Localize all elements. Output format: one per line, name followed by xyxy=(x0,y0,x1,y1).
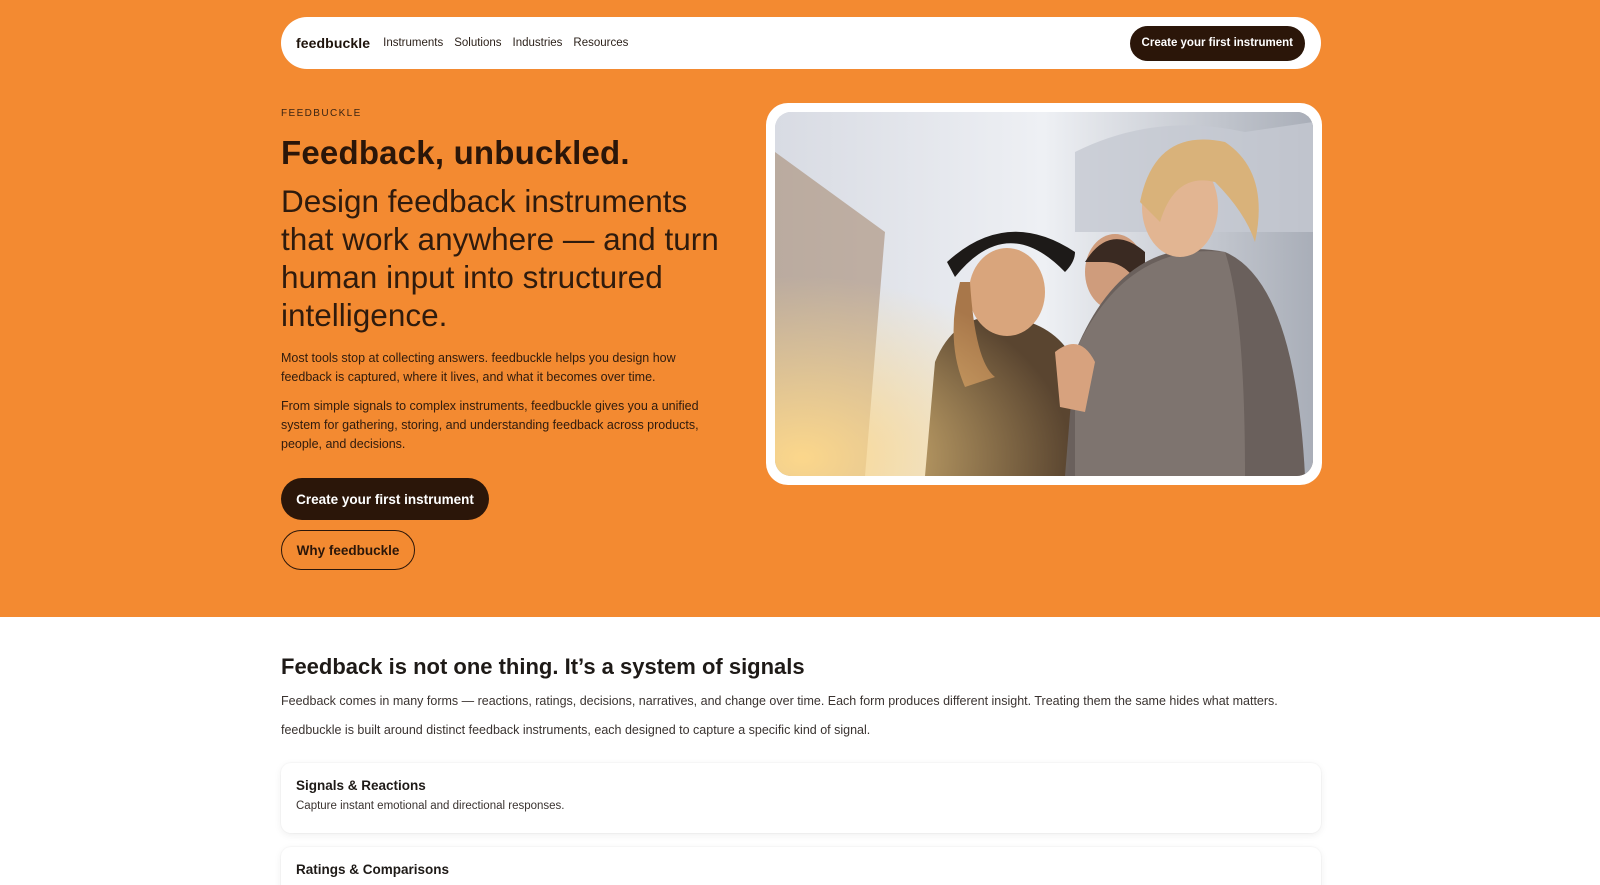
why-feedbuckle-button[interactable]: Why feedbuckle xyxy=(281,530,415,570)
card-title: Ratings & Comparisons xyxy=(296,862,450,877)
card-title: Signals & Reactions xyxy=(296,778,426,793)
nav-link-resources[interactable]: Resources xyxy=(573,37,628,49)
instrument-card-ratings[interactable]: Ratings & Comparisons xyxy=(281,847,1321,885)
top-nav: feedbuckle Instruments Solutions Industr… xyxy=(281,17,1321,69)
hero-paragraph-1: Most tools stop at collecting answers. f… xyxy=(281,351,676,384)
hero-photo-frame xyxy=(766,103,1322,485)
hero-paragraph-2: From simple signals to complex instrumen… xyxy=(281,399,699,451)
brand-logo[interactable]: feedbuckle xyxy=(296,35,370,51)
nav-link-industries[interactable]: Industries xyxy=(513,37,563,49)
hero-photo xyxy=(775,112,1313,476)
section-title: Feedback is not one thing. It’s a system… xyxy=(281,654,805,679)
nav-create-instrument-button[interactable]: Create your first instrument xyxy=(1129,25,1305,61)
hero-section: feedbuckle Instruments Solutions Industr… xyxy=(0,0,1600,617)
instrument-card-signals[interactable]: Signals & Reactions Capture instant emot… xyxy=(281,763,1321,833)
hero-title: Feedback, unbuckled. xyxy=(281,134,630,171)
hero-photo-illustration xyxy=(775,112,1313,476)
card-description: Capture instant emotional and directiona… xyxy=(296,800,565,812)
nav-link-solutions[interactable]: Solutions xyxy=(454,37,501,49)
create-instrument-button[interactable]: Create your first instrument xyxy=(281,478,489,520)
section-text-2: feedbuckle is built around distinct feed… xyxy=(281,723,871,737)
section-text-1: Feedback comes in many forms — reactions… xyxy=(281,694,1278,708)
hero-subtitle: Design feedback instruments that work an… xyxy=(281,183,719,333)
nav-link-instruments[interactable]: Instruments xyxy=(383,37,443,49)
hero-eyebrow: FEEDBUCKLE xyxy=(281,108,362,119)
